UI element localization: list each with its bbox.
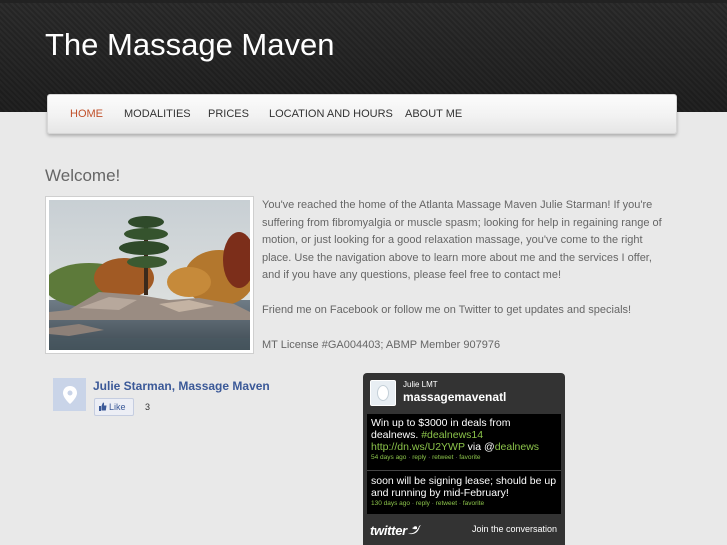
nav-modalities[interactable]: MODALITIES bbox=[124, 108, 191, 120]
site-title[interactable]: The Massage Maven bbox=[45, 27, 334, 63]
tweet-meta: 130 days ago · reply · retweet · favorit… bbox=[371, 500, 485, 507]
mention-link[interactable]: dealnews bbox=[495, 441, 539, 453]
tweet-item: soon will be signing lease; should be up… bbox=[367, 475, 561, 507]
twitter-logo[interactable]: twitter bbox=[370, 523, 421, 538]
tweet-meta: 54 days ago · reply · retweet · favorite bbox=[371, 454, 481, 461]
tweet-url-link[interactable]: http://dn.ws/U2YWP bbox=[371, 441, 465, 453]
intro-text: You've reached the home of the Atlanta M… bbox=[262, 197, 672, 372]
nav-prices[interactable]: PRICES bbox=[208, 108, 249, 120]
twitter-bird-icon bbox=[407, 523, 421, 538]
reply-link[interactable]: reply bbox=[416, 500, 430, 507]
license-paragraph: MT License #GA004403; ABMP Member 907976 bbox=[262, 339, 501, 351]
tweet-text: Win up to $3000 in deals from dealnews. … bbox=[371, 417, 540, 453]
page-heading: Welcome! bbox=[45, 166, 121, 185]
hashtag-link[interactable]: #dealnews14 bbox=[421, 429, 483, 441]
like-count: 3 bbox=[145, 402, 151, 412]
reply-link[interactable]: reply bbox=[412, 454, 426, 461]
favorite-link[interactable]: favorite bbox=[459, 454, 480, 461]
tweet-list: Win up to $3000 in deals from dealnews. … bbox=[367, 414, 561, 514]
nav-home[interactable]: HOME bbox=[70, 108, 103, 120]
facebook-like-button[interactable]: Like bbox=[94, 398, 134, 416]
favorite-link[interactable]: favorite bbox=[463, 500, 484, 507]
tweet-divider bbox=[367, 470, 561, 471]
tweet-age-link[interactable]: 54 days ago bbox=[371, 454, 406, 461]
twitter-avatar[interactable] bbox=[370, 380, 396, 406]
intro-paragraph: You've reached the home of the Atlanta M… bbox=[262, 199, 662, 281]
lake-trees-image bbox=[49, 200, 250, 350]
twitter-footer: twitter Join the conversation bbox=[363, 518, 565, 545]
facebook-like-box: Julie Starman, Massage Maven Like 3 bbox=[53, 378, 313, 428]
twitter-widget: Julie LMT massagemavenatl Win up to $300… bbox=[363, 373, 565, 545]
twitter-real-name: Julie LMT bbox=[403, 380, 438, 389]
thumbs-up-icon bbox=[98, 402, 107, 413]
tweet-age-link[interactable]: 130 days ago bbox=[371, 500, 410, 507]
tweet-item: Win up to $3000 in deals from dealnews. … bbox=[367, 417, 561, 461]
landscape-photo bbox=[45, 196, 254, 354]
twitter-handle[interactable]: massagemavenatl bbox=[403, 390, 506, 404]
nav-about-me[interactable]: ABOUT ME bbox=[405, 108, 462, 120]
join-conversation-link[interactable]: Join the conversation bbox=[472, 524, 557, 534]
retweet-link[interactable]: retweet bbox=[432, 454, 453, 461]
facebook-page-name[interactable]: Julie Starman, Massage Maven bbox=[93, 379, 270, 393]
retweet-link[interactable]: retweet bbox=[436, 500, 457, 507]
nav-location-and-hours[interactable]: LOCATION AND HOURS bbox=[269, 108, 393, 120]
main-navigation: HOME MODALITIES PRICES LOCATION AND HOUR… bbox=[47, 94, 677, 134]
social-paragraph: Friend me on Facebook or follow me on Tw… bbox=[262, 304, 632, 316]
like-label: Like bbox=[109, 402, 126, 412]
tweet-text: soon will be signing lease; should be up… bbox=[371, 475, 557, 499]
map-pin-icon[interactable] bbox=[53, 378, 86, 411]
